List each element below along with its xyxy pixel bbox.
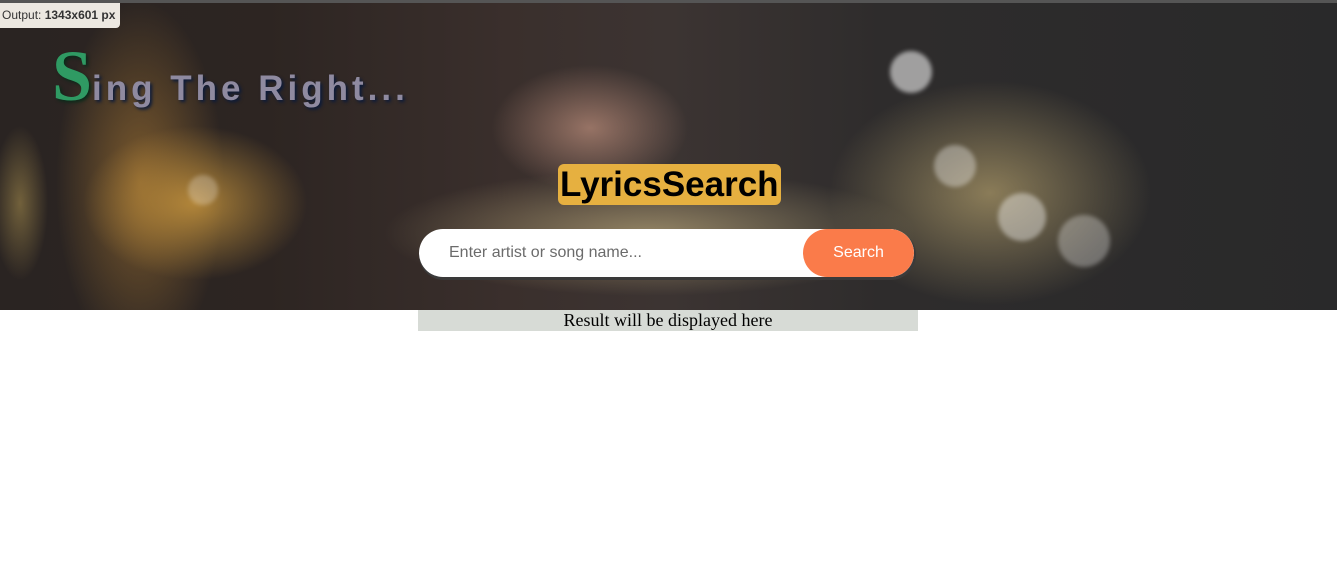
result-area: Result will be displayed here [418, 310, 918, 331]
hero-banner: Sing The Right... LyricsSearch Search [0, 3, 1337, 310]
bokeh-light [998, 193, 1046, 241]
bokeh-light [188, 175, 218, 205]
search-button[interactable]: Search [803, 229, 914, 277]
logo-initial: S [52, 36, 93, 116]
logo-tagline: ing The Right... [92, 69, 409, 108]
site-logo[interactable]: Sing The Right... [52, 35, 409, 118]
output-size-label: Output: [2, 8, 42, 22]
search-form: Search [419, 229, 914, 277]
bokeh-light [934, 145, 976, 187]
page-title: LyricsSearch [558, 164, 781, 205]
bokeh-light [1058, 215, 1110, 267]
output-size-badge: Output: 1343x601 px [0, 3, 121, 28]
bokeh-light [890, 51, 932, 93]
output-size-value: 1343x601 px [44, 8, 116, 22]
search-input[interactable] [449, 229, 799, 277]
